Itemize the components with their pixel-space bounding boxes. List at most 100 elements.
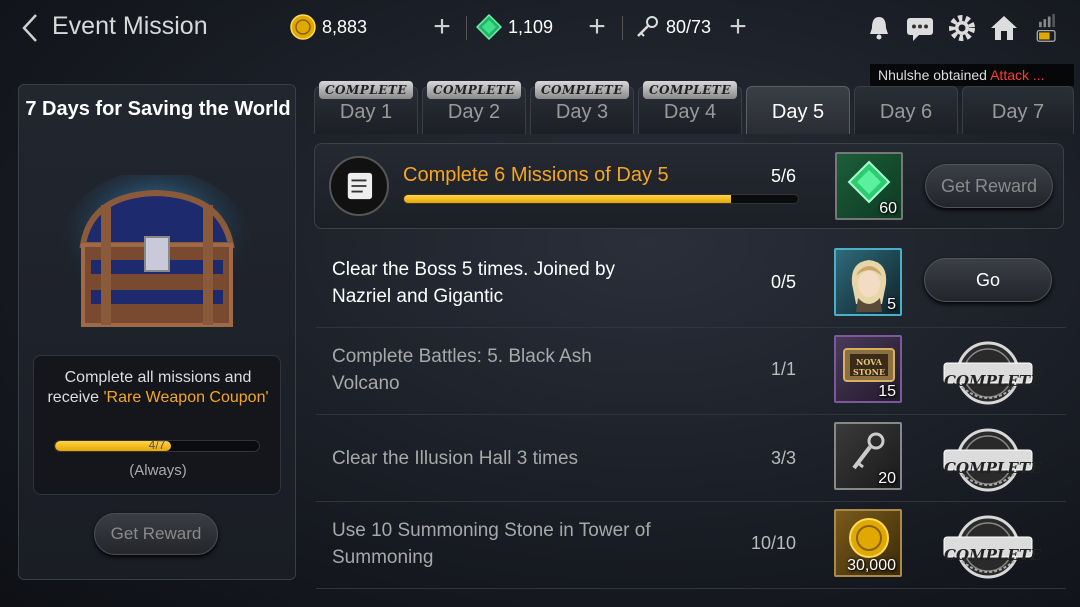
- key-icon: [637, 16, 658, 37]
- gold-counter: 8,883: [290, 14, 367, 40]
- mission-text: Clear the Boss 5 times. Joined by Nazrie…: [332, 256, 615, 310]
- divider: [622, 16, 623, 40]
- tab-day-6[interactable]: Day 6: [854, 86, 958, 134]
- mission-text: Complete Battles: 5. Black Ash Volcano: [332, 343, 592, 397]
- gem-counter: 1,109: [476, 14, 553, 40]
- notice-text: Nhulshe obtained: [878, 67, 991, 83]
- complete-tag: COMPLETE: [319, 81, 413, 99]
- tab-label: Day 6: [879, 101, 933, 123]
- go-button[interactable]: Go: [924, 258, 1052, 302]
- mission-line: Clear the Illusion Hall 3 times: [332, 448, 579, 469]
- mission-line: Complete Battles: 5. Black Ash: [332, 346, 592, 367]
- tab-label: Day 2: [447, 101, 501, 123]
- mission-row: Clear the Illusion Hall 3 times 3/3 20 C…: [316, 416, 1066, 502]
- mission-count: 3/3: [770, 448, 796, 468]
- event-reward-box: Complete all missions and receive 'Rare …: [33, 355, 281, 495]
- tab-label: Day 4: [663, 101, 717, 123]
- mission-line: Use 10 Summoning Stone in Tower of: [332, 520, 651, 541]
- reward-gold-slot[interactable]: 30,000: [834, 509, 902, 577]
- event-summary-panel: 7 Days for Saving the World Complete all…: [18, 84, 296, 580]
- gold-coin-icon: [290, 14, 316, 40]
- back-icon[interactable]: [18, 12, 42, 44]
- mission-count: 1/1: [770, 359, 796, 379]
- mission-text: Clear the Illusion Hall 3 times: [332, 445, 578, 472]
- get-reward-button[interactable]: Get Reward: [925, 164, 1053, 208]
- bell-icon[interactable]: [864, 13, 894, 43]
- event-title: 7 Days for Saving the World: [25, 98, 291, 120]
- tab-day-3[interactable]: COMPLETE Day 3: [530, 81, 634, 134]
- event-desc-prefix: receive: [47, 389, 104, 406]
- add-gold-button[interactable]: +: [430, 12, 454, 42]
- reward-quantity: 5: [887, 296, 896, 313]
- main-mission-progress-fill: [404, 195, 732, 203]
- gear-icon[interactable]: [947, 13, 977, 43]
- gem-icon: [847, 160, 891, 204]
- day-main-mission: Complete 6 Missions of Day 5 5/6 60 Get …: [314, 143, 1064, 229]
- reward-nova-stone-slot[interactable]: NOVA STONE 15: [834, 335, 902, 403]
- mission-line: Volcano: [332, 373, 400, 394]
- top-bar: Event Mission 8,883 + 1,109 + 80/73 +: [0, 0, 1080, 56]
- tab-label: Day 7: [991, 101, 1045, 123]
- reward-quantity: 15: [878, 383, 896, 400]
- mission-count: 0/5: [770, 272, 796, 292]
- reward-quantity: 20: [878, 470, 896, 487]
- reward-gem-slot[interactable]: 60: [835, 152, 903, 220]
- gold-amount: 8,883: [322, 16, 368, 37]
- mission-count: 10/10: [750, 533, 796, 553]
- mission-line: Summoning: [332, 547, 434, 568]
- get-event-reward-button[interactable]: Get Reward: [94, 513, 218, 555]
- event-desc-line1: Complete all missions and: [64, 369, 252, 386]
- add-stamina-button[interactable]: +: [726, 12, 750, 42]
- mission-line: Clear the Boss 5 times. Joined by: [332, 259, 616, 280]
- day-tabs: COMPLETE Day 1 COMPLETE Day 2 COMPLETE D…: [314, 81, 1080, 134]
- nova-stone-label: NOVA STONE: [852, 357, 886, 377]
- chat-icon[interactable]: [905, 13, 935, 43]
- key-icon: [852, 432, 885, 470]
- main-mission-progress-bar: [403, 194, 799, 204]
- mission-text: Use 10 Summoning Stone in Tower of Summo…: [332, 517, 651, 571]
- main-mission-title: Complete 6 Missions of Day 5: [403, 164, 669, 186]
- complete-tag: COMPLETE: [643, 81, 737, 99]
- gem-icon: [476, 14, 502, 40]
- home-icon[interactable]: [989, 13, 1019, 43]
- notice-highlight: Attack ...: [990, 67, 1045, 83]
- reward-key-slot[interactable]: 20: [834, 422, 902, 490]
- tab-label: Day 1: [339, 101, 393, 123]
- complete-tag: COMPLETE: [427, 81, 521, 99]
- notification-ticker: Nhulshe obtained Attack ...: [870, 64, 1074, 86]
- tab-day-1[interactable]: COMPLETE Day 1: [314, 81, 418, 134]
- scroll-icon: [329, 156, 389, 216]
- tab-label: Day 5: [771, 101, 825, 123]
- tab-day-2[interactable]: COMPLETE Day 2: [422, 81, 526, 134]
- main-mission-count: 5/6: [771, 166, 797, 186]
- reward-quantity: 30,000: [847, 557, 896, 574]
- event-description: Complete all missions and receive 'Rare …: [34, 368, 282, 408]
- add-gem-button[interactable]: +: [585, 12, 609, 42]
- event-period: (Always): [129, 462, 187, 479]
- divider: [466, 16, 467, 40]
- reward-name: 'Rare Weapon Coupon': [103, 389, 269, 406]
- signal-battery-icon: [1036, 13, 1056, 42]
- stamina-counter: 80/73: [634, 14, 711, 40]
- reward-hero-slot[interactable]: 5: [834, 248, 902, 316]
- event-desc-line2: receive 'Rare Weapon Coupon': [34, 388, 282, 408]
- treasure-chest-icon: [61, 175, 251, 327]
- stamina-amount: 80/73: [666, 16, 712, 37]
- gold-coin-icon: [849, 518, 889, 558]
- page-title: Event Mission: [52, 12, 208, 40]
- gem-amount: 1,109: [508, 16, 554, 37]
- mission-row: Complete Battles: 5. Black Ash Volcano 1…: [316, 329, 1066, 415]
- tab-label: Day 3: [555, 101, 609, 123]
- tab-day-7[interactable]: Day 7: [962, 86, 1074, 134]
- tab-day-4[interactable]: COMPLETE Day 4: [638, 81, 742, 134]
- complete-label: COMPLETE: [944, 372, 1042, 390]
- complete-tag: COMPLETE: [535, 81, 629, 99]
- complete-label: COMPLETE: [944, 459, 1042, 477]
- event-progress-text: 4/7: [148, 438, 166, 452]
- complete-label: COMPLETE: [944, 546, 1042, 564]
- mission-line: Nazriel and Gigantic: [332, 286, 504, 307]
- mission-row: Clear the Boss 5 times. Joined by Nazrie…: [316, 242, 1066, 328]
- reward-quantity: 60: [879, 200, 897, 217]
- mission-row: Use 10 Summoning Stone in Tower of Summo…: [316, 503, 1066, 589]
- tab-day-5[interactable]: Day 5: [746, 86, 850, 134]
